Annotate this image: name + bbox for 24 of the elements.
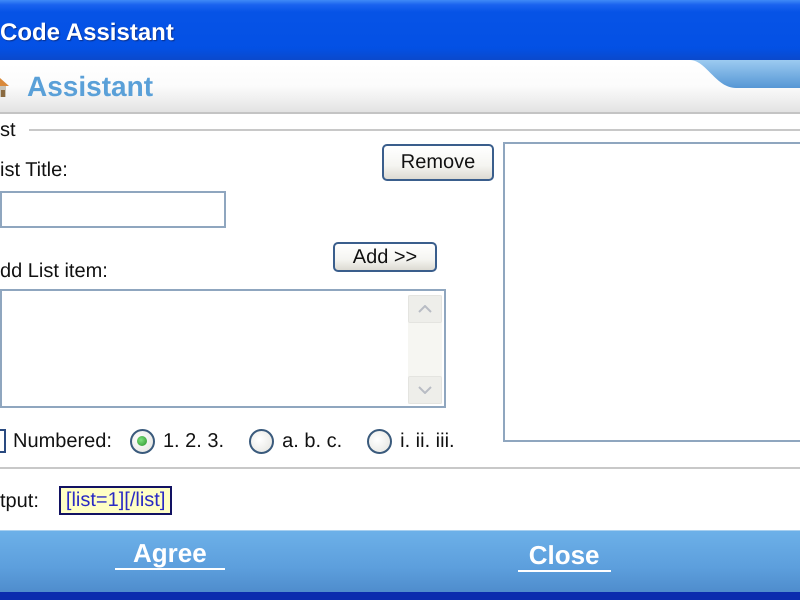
radio-button[interactable] [249, 428, 274, 454]
scroll-up-button[interactable] [408, 295, 442, 323]
output-label: tput: [0, 490, 39, 512]
numbered-checkbox[interactable] [0, 429, 6, 453]
chevron-down-icon [418, 386, 432, 394]
chevron-up-icon [418, 305, 432, 313]
group-legend: st [0, 119, 16, 141]
numbered-label: Numbered: [13, 430, 112, 452]
radio-button[interactable] [367, 428, 392, 454]
radio-label[interactable]: a. b. c. [282, 430, 342, 452]
field-label: dd List item: [0, 260, 108, 282]
list-item-field[interactable] [0, 289, 446, 408]
add-button[interactable]: Add >> [333, 242, 437, 272]
header-title: Assistant [27, 71, 154, 103]
radio-label[interactable]: i. ii. iii. [400, 430, 455, 452]
scroll-down-button[interactable] [408, 376, 442, 404]
remove-button[interactable]: Remove [382, 144, 494, 181]
output-code: [list=1][/list] [58, 486, 172, 515]
window-title: Code Assistant [0, 18, 174, 48]
field-label: ist Title: [0, 159, 68, 181]
radio-button[interactable] [130, 428, 155, 454]
title-field[interactable] [0, 191, 226, 228]
radio-label[interactable]: 1. 2. 3. [162, 430, 224, 452]
scrollbar[interactable] [408, 295, 442, 404]
